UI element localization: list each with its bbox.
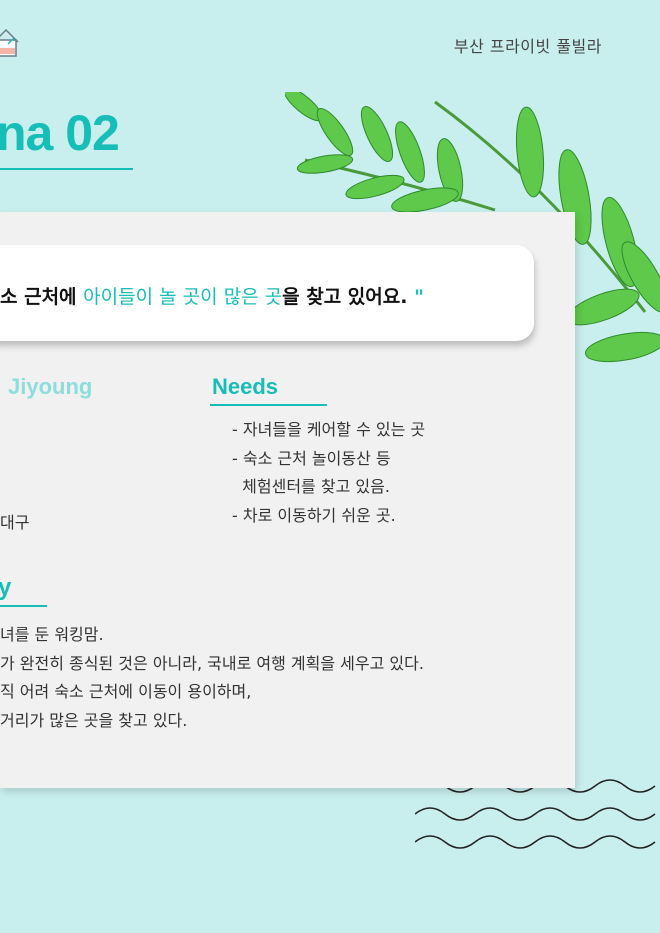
- story-line: 녀를 둔 워킹맘.: [0, 625, 104, 644]
- needs-underline: [210, 404, 327, 406]
- quote-text-before: 소 근처에: [0, 286, 84, 308]
- title-underline: [0, 168, 133, 170]
- story-underline: [0, 605, 47, 607]
- needs-item: - 차로 이동하기 쉬운 곳.: [232, 505, 396, 525]
- needs-heading: Needs: [212, 374, 279, 399]
- quote-highlight: 아이들이 놀 곳이 많은 곳: [83, 286, 283, 308]
- story-text: 녀를 둔 워킹맘. 가 완전히 종식된 것은 아니라, 국내로 여행 계획을 세…: [0, 621, 424, 735]
- quote-text-after: 을 찾고 있어요.: [282, 286, 408, 308]
- brand-name[interactable]: 부산 프라이빗 풀빌라: [454, 33, 602, 57]
- story-line: 직 어려 숙소 근처에 이동이 용이하며,: [0, 682, 252, 701]
- story-heading: y: [0, 574, 12, 601]
- needs-item: - 숙소 근처 놀이동산 등: [232, 448, 391, 468]
- house-icon: [0, 28, 19, 57]
- needs-list: - 자녀들을 케어할 수 있는 곳 - 숙소 근처 놀이동산 등 체험센터를 찾…: [232, 416, 425, 530]
- needs-item: 체험센터를 찾고 있음.: [232, 477, 390, 496]
- story-line: 거리가 많은 곳을 찾고 있다.: [0, 710, 188, 730]
- story-line: 가 완전히 종식된 것은 아니라, 국내로 여행 계획을 세우고 있다.: [0, 653, 424, 673]
- page-title: na 02: [0, 105, 120, 161]
- persona-quote: 소 근처에 아이들이 놀 곳이 많은 곳을 찾고 있어요. ": [0, 282, 424, 309]
- needs-item: - 자녀들을 케어할 수 있는 곳: [232, 420, 426, 439]
- persona-name: Jiyoung: [8, 374, 93, 399]
- quote-mark: ": [414, 286, 424, 308]
- persona-region: 대구: [0, 513, 30, 532]
